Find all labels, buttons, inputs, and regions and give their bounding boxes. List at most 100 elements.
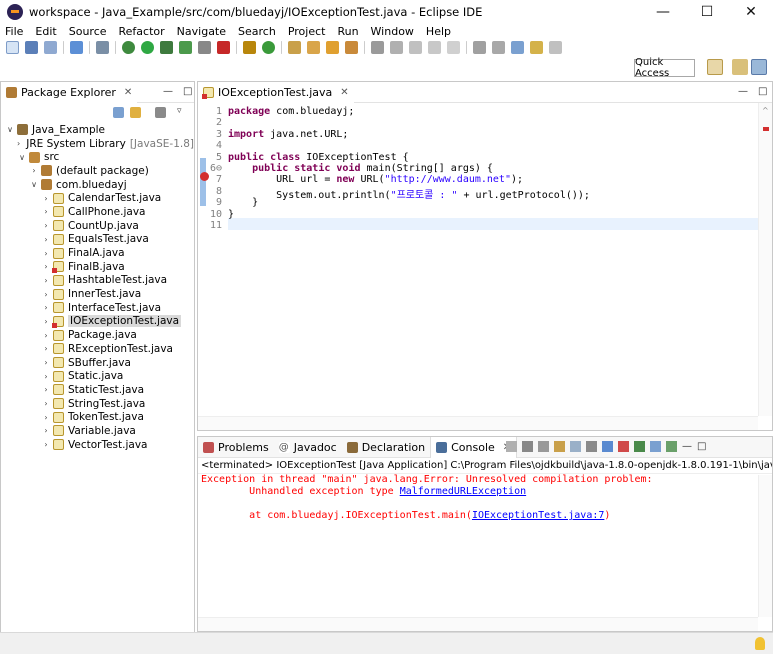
tree-item[interactable]: › JRE System Library [JavaSE-1.8] bbox=[1, 137, 194, 151]
expanded-arrow-icon[interactable]: ∨ bbox=[29, 180, 39, 189]
skip-breakpoints-icon[interactable] bbox=[96, 41, 109, 54]
run-icon[interactable] bbox=[141, 41, 154, 54]
code-area[interactable]: 1 package com.bluedayj; 2 3 import java.net.… bbox=[198, 103, 758, 416]
exception-link[interactable]: MalformedURLException bbox=[400, 486, 526, 497]
overview-error-marker[interactable] bbox=[763, 127, 769, 131]
coverage-icon[interactable] bbox=[160, 41, 173, 54]
menu-edit[interactable]: Edit bbox=[35, 25, 56, 38]
minimize-view-icon[interactable]: — bbox=[163, 86, 173, 97]
tab-package-explorer[interactable]: Package Explorer ✕ bbox=[1, 81, 138, 103]
collapsed-arrow-icon[interactable]: › bbox=[41, 262, 51, 271]
tree-item[interactable]: › TokenTest.java bbox=[1, 410, 194, 424]
collapsed-arrow-icon[interactable]: › bbox=[41, 276, 51, 285]
forward-icon[interactable] bbox=[549, 41, 562, 54]
console-output[interactable]: Exception in thread "main" java.lang.Err… bbox=[198, 474, 772, 522]
collapsed-arrow-icon[interactable]: › bbox=[41, 372, 51, 381]
close-icon[interactable]: ✕ bbox=[124, 87, 132, 98]
open-console-icon[interactable] bbox=[666, 441, 677, 452]
view-menu-icon[interactable]: ▿ bbox=[177, 106, 182, 116]
block-selection-icon[interactable] bbox=[428, 41, 441, 54]
external-tools-icon[interactable] bbox=[179, 41, 192, 54]
collapsed-arrow-icon[interactable]: › bbox=[41, 385, 51, 394]
open-task-icon[interactable] bbox=[307, 41, 320, 54]
save-icon[interactable] bbox=[25, 41, 38, 54]
menu-source[interactable]: Source bbox=[69, 25, 107, 38]
collapsed-arrow-icon[interactable]: › bbox=[41, 303, 51, 312]
remove-launch-icon[interactable] bbox=[522, 441, 533, 452]
collapsed-arrow-icon[interactable]: › bbox=[41, 317, 51, 326]
last-edit-icon[interactable] bbox=[511, 41, 524, 54]
terminate-icon[interactable] bbox=[506, 441, 517, 452]
minimize-view-icon[interactable]: — bbox=[738, 86, 748, 97]
maximize-view-icon[interactable]: □ bbox=[183, 86, 192, 97]
new-class-icon[interactable] bbox=[262, 41, 275, 54]
maximize-button[interactable]: ☐ bbox=[685, 0, 729, 24]
search-icon[interactable] bbox=[326, 41, 339, 54]
collapsed-arrow-icon[interactable]: › bbox=[41, 331, 51, 340]
close-button[interactable]: ✕ bbox=[729, 0, 773, 24]
menu-file[interactable]: File bbox=[5, 25, 23, 38]
tree-item[interactable]: › CountUp.java bbox=[1, 219, 194, 233]
expanded-arrow-icon[interactable]: ∨ bbox=[5, 125, 15, 134]
tab-problems[interactable]: Problems bbox=[198, 437, 274, 458]
tab-ioexceptiontest[interactable]: IOExceptionTest.java ✕ bbox=[198, 81, 354, 103]
collapsed-arrow-icon[interactable]: › bbox=[17, 139, 20, 148]
new-java-project-icon[interactable] bbox=[243, 41, 256, 54]
tree-item[interactable]: › SBuffer.java bbox=[1, 356, 194, 370]
scroll-lock-icon[interactable] bbox=[570, 441, 581, 452]
menu-project[interactable]: Project bbox=[288, 25, 326, 38]
show-stderr-icon[interactable] bbox=[618, 441, 629, 452]
debug-icon[interactable] bbox=[122, 41, 135, 54]
menu-navigate[interactable]: Navigate bbox=[177, 25, 226, 38]
expanded-arrow-icon[interactable]: ∨ bbox=[17, 153, 27, 162]
collapsed-arrow-icon[interactable]: › bbox=[41, 221, 51, 230]
remove-all-icon[interactable] bbox=[538, 441, 549, 452]
minimize-view-icon[interactable]: — bbox=[682, 441, 692, 452]
collapsed-arrow-icon[interactable]: › bbox=[41, 440, 51, 449]
console-icon[interactable] bbox=[70, 41, 83, 54]
tree-item[interactable]: › InterfaceTest.java bbox=[1, 301, 194, 315]
vertical-scrollbar[interactable] bbox=[758, 475, 772, 617]
annotation-icon[interactable] bbox=[371, 41, 384, 54]
servers-icon[interactable] bbox=[217, 41, 230, 54]
menu-refactor[interactable]: Refactor bbox=[119, 25, 165, 38]
tip-icon[interactable] bbox=[755, 637, 765, 650]
show-whitespace-icon[interactable] bbox=[447, 41, 460, 54]
word-wrap-icon[interactable] bbox=[586, 441, 597, 452]
tree-item[interactable]: ∨ src bbox=[1, 150, 194, 164]
word-wrap-icon[interactable] bbox=[409, 41, 422, 54]
tab-javadoc[interactable]: @ Javadoc bbox=[274, 437, 342, 458]
tree-item[interactable]: › FinalB.java bbox=[1, 260, 194, 274]
collapsed-arrow-icon[interactable]: › bbox=[29, 166, 39, 175]
focus-icon[interactable] bbox=[155, 107, 166, 118]
close-icon[interactable]: ✕ bbox=[340, 87, 348, 98]
mark-occurrences-icon[interactable] bbox=[390, 41, 403, 54]
tree-item[interactable]: › Package.java bbox=[1, 328, 194, 342]
tree-item[interactable]: › VectorTest.java bbox=[1, 438, 194, 452]
menu-help[interactable]: Help bbox=[426, 25, 451, 38]
collapsed-arrow-icon[interactable]: › bbox=[41, 399, 51, 408]
previous-annotation-icon[interactable] bbox=[492, 41, 505, 54]
java-ee-perspective-icon[interactable] bbox=[732, 59, 748, 75]
tree-item[interactable]: › StaticTest.java bbox=[1, 383, 194, 397]
stacktrace-link[interactable]: IOExceptionTest.java:7 bbox=[472, 510, 604, 521]
tree-item[interactable]: ∨ Java_Example bbox=[1, 123, 194, 137]
collapsed-arrow-icon[interactable]: › bbox=[41, 413, 51, 422]
java-perspective-icon[interactable] bbox=[751, 59, 767, 75]
stop-icon[interactable] bbox=[198, 41, 211, 54]
collapsed-arrow-icon[interactable]: › bbox=[41, 358, 51, 367]
tree-item[interactable]: › CalendarTest.java bbox=[1, 191, 194, 205]
collapsed-arrow-icon[interactable]: › bbox=[41, 344, 51, 353]
pin-console-icon[interactable] bbox=[634, 441, 645, 452]
maximize-view-icon[interactable]: □ bbox=[697, 441, 706, 452]
tree-item[interactable]: › HashtableTest.java bbox=[1, 274, 194, 288]
quick-access-field[interactable]: Quick Access bbox=[634, 57, 695, 79]
collapsed-arrow-icon[interactable]: › bbox=[41, 207, 51, 216]
tree-item[interactable]: › IOExceptionTest.java bbox=[1, 315, 194, 329]
new-icon[interactable] bbox=[6, 41, 19, 54]
link-with-editor-icon[interactable] bbox=[130, 107, 141, 118]
open-folder-icon[interactable] bbox=[345, 41, 358, 54]
clear-console-icon[interactable] bbox=[554, 441, 565, 452]
menu-search[interactable]: Search bbox=[238, 25, 276, 38]
collapsed-arrow-icon[interactable]: › bbox=[41, 290, 51, 299]
